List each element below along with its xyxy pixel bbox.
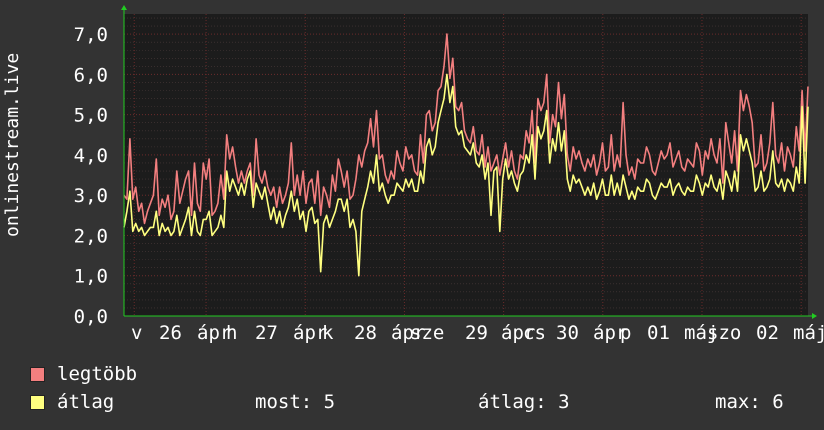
x-tick-label: 29: [465, 322, 488, 344]
legend-label-max: legtöbb: [57, 363, 138, 385]
y-tick-labels: 0,0 1,0 2,0 3,0 4,0 5,0 6,0 7,0: [74, 24, 108, 328]
y-axis-arrow-icon: [121, 5, 127, 10]
stat-max: max: 6: [715, 391, 784, 413]
y-tick-label: 6,0: [74, 64, 108, 86]
y-tick-label: 7,0: [74, 24, 108, 46]
x-tick-label: p: [620, 322, 631, 344]
x-tick-labels: v 26 áprh 27 áprk 28 áprsze 29 áprcs 30 áprp 01 májs…: [131, 322, 824, 344]
plot-area: [124, 14, 808, 316]
x-tick-label: szo: [707, 322, 741, 344]
legend-label-avg: átlag: [57, 391, 115, 413]
x-axis-arrow-icon: [812, 313, 817, 319]
x-tick-label: sze: [410, 322, 444, 344]
legend-swatch-max: [30, 366, 45, 382]
x-tick-label: h: [226, 322, 237, 344]
x-tick-label: k: [322, 322, 334, 344]
y-tick-label: 1,0: [74, 266, 108, 288]
y-tick-label: 0,0: [74, 306, 108, 328]
x-tick-label: cs: [523, 322, 546, 344]
y-tick-label: 4,0: [74, 145, 108, 167]
x-tick-label: 28: [354, 322, 377, 344]
chart-panel: 0,0 1,0 2,0 3,0 4,0 5,0 6,0 7,0 v 26 ápr h 27 ápr k 28…: [0, 0, 824, 430]
stat-now: most: 5: [255, 391, 336, 413]
x-tick-label: 01: [647, 322, 670, 344]
stat-average: átlag: 3: [478, 391, 570, 413]
x-tick-label: 30: [556, 322, 579, 344]
legend-item-avg: átlag: [30, 391, 114, 413]
y-tick-label: 2,0: [74, 225, 108, 247]
x-tick-label: 26: [159, 322, 182, 344]
y-tick-label: 3,0: [74, 185, 108, 207]
y-axis-label: onlinestream.live: [2, 52, 23, 237]
x-tick-label: 27: [255, 322, 278, 344]
legend-item-max: legtöbb: [30, 363, 137, 385]
legend-swatch-avg: [30, 394, 45, 410]
x-tick-label: 02: [756, 322, 779, 344]
x-tick-label: máj: [793, 322, 824, 344]
x-tick-label: v: [131, 322, 142, 344]
y-tick-label: 5,0: [74, 105, 108, 127]
